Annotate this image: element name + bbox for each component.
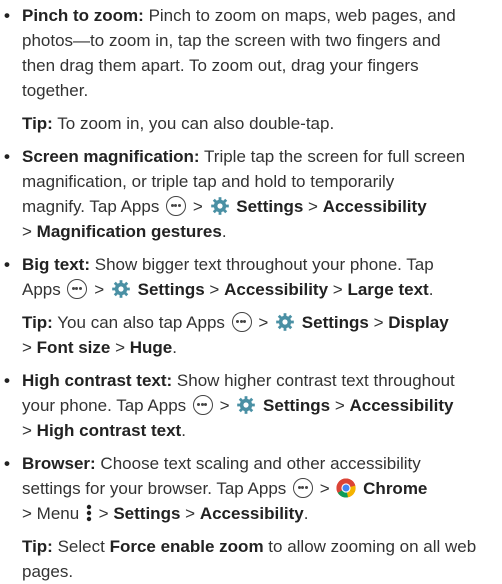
pinch-title: Pinch to zoom:: [22, 6, 144, 25]
apps-icon: [192, 395, 213, 415]
browser-title: Browser:: [22, 454, 96, 473]
settings-gear-icon: [112, 280, 130, 298]
bigtext-title: Big text:: [22, 255, 90, 274]
bigtext-tip: Tip: You can also tap Apps > Settings > …: [22, 312, 449, 332]
settings-gear-icon: [276, 313, 294, 331]
bullet: •: [4, 371, 10, 390]
settings-gear-icon: [237, 396, 256, 414]
chrome-icon: [336, 478, 357, 498]
apps-icon: [231, 312, 252, 332]
apps-icon: [67, 279, 88, 299]
bullet: •: [4, 6, 10, 25]
apps-icon: [293, 478, 314, 498]
magnification-title: Screen magnification:: [22, 147, 200, 166]
settings-gear-icon: [210, 197, 229, 215]
bullet: •: [4, 454, 10, 473]
apps-icon: [166, 196, 187, 216]
menu-dots-icon: [86, 504, 92, 522]
browser-tip: Tip: Select Force enable zoom to allow z…: [22, 537, 477, 556]
pinch-tip: Tip: To zoom in, you can also double-tap…: [22, 114, 335, 133]
bullet: •: [4, 147, 10, 166]
contrast-title: High contrast text:: [22, 371, 173, 390]
bullet: •: [4, 255, 10, 274]
